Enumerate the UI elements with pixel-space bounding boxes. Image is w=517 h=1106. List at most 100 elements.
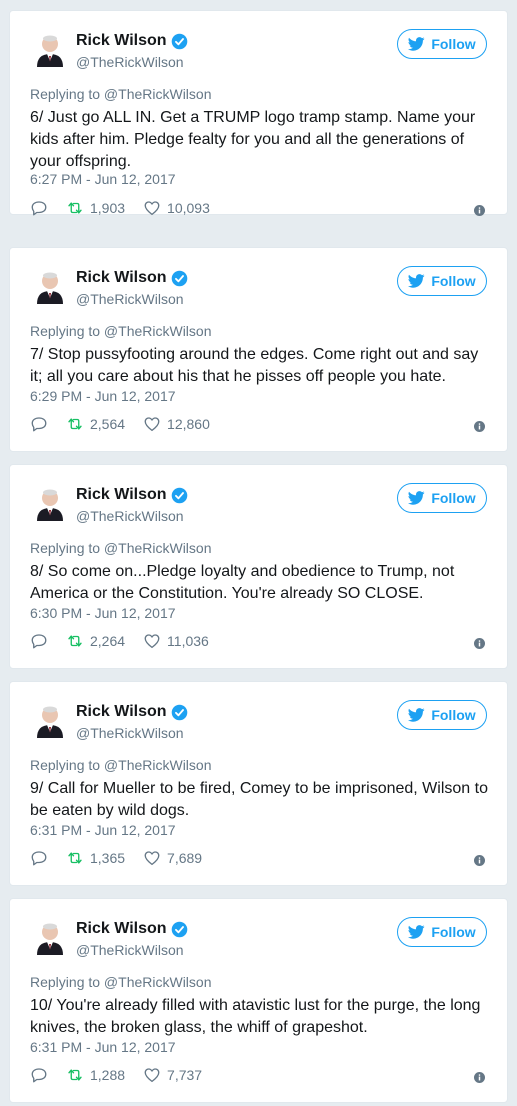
user-name-text[interactable]: Rick Wilson bbox=[76, 32, 167, 50]
follow-label: Follow bbox=[431, 36, 476, 52]
tweet-text: 8/ So come on...Pledge loyalty and obedi… bbox=[30, 563, 455, 602]
reply-icon bbox=[31, 1068, 47, 1083]
verified-badge-icon bbox=[171, 487, 187, 503]
twitter-bird-icon bbox=[408, 37, 425, 51]
tweet-card[interactable]: Rick Wilson @TheRickWilson Follow Replyi… bbox=[9, 10, 508, 217]
tweet-text: 7/ Stop pussyfooting around the edges. C… bbox=[30, 346, 479, 385]
retweet-icon bbox=[68, 635, 82, 647]
tweet-text: 6/ Just go ALL IN. Get a TRUMP logo tram… bbox=[30, 109, 476, 170]
follow-label: Follow bbox=[431, 924, 476, 940]
tweet-timestamp[interactable]: 6:30 PM - Jun 12, 2017 bbox=[30, 605, 176, 621]
retweet-icon bbox=[68, 1069, 82, 1081]
retweet-button[interactable]: 1,288 bbox=[66, 1066, 125, 1084]
twitter-bird-icon bbox=[408, 274, 425, 288]
like-button[interactable]: 11,036 bbox=[143, 632, 209, 650]
retweet-count: 2,564 bbox=[90, 416, 126, 432]
retweet-icon bbox=[68, 418, 82, 430]
follow-label: Follow bbox=[431, 707, 476, 723]
replying-to: Replying to @TheRickWilson bbox=[30, 974, 212, 990]
follow-button[interactable]: Follow bbox=[397, 700, 487, 730]
twitter-bird-icon bbox=[408, 925, 425, 939]
reply-button[interactable] bbox=[30, 1066, 48, 1084]
info-icon[interactable] bbox=[474, 205, 485, 216]
user-name-text[interactable]: Rick Wilson bbox=[76, 703, 167, 721]
twitter-bird-icon bbox=[408, 491, 425, 505]
like-icon bbox=[144, 851, 160, 866]
user-name[interactable]: Rick Wilson bbox=[76, 920, 188, 938]
user-handle[interactable]: @TheRickWilson bbox=[76, 291, 184, 307]
follow-label: Follow bbox=[431, 273, 476, 289]
tweet-timestamp[interactable]: 6:29 PM - Jun 12, 2017 bbox=[30, 388, 176, 404]
avatar[interactable] bbox=[32, 268, 68, 304]
like-icon bbox=[144, 634, 160, 649]
reply-button[interactable] bbox=[30, 849, 48, 867]
user-handle[interactable]: @TheRickWilson bbox=[76, 54, 184, 70]
reply-icon bbox=[31, 417, 47, 432]
tweet-text: 9/ Call for Mueller to be fired, Comey t… bbox=[30, 780, 488, 819]
avatar[interactable] bbox=[32, 702, 68, 738]
user-name[interactable]: Rick Wilson bbox=[76, 32, 188, 50]
tweet-card[interactable]: Rick Wilson @TheRickWilson Follow Replyi… bbox=[9, 464, 508, 669]
user-handle[interactable]: @TheRickWilson bbox=[76, 508, 184, 524]
info-icon[interactable] bbox=[474, 1072, 485, 1083]
follow-label: Follow bbox=[431, 490, 476, 506]
info-icon[interactable] bbox=[474, 421, 485, 432]
tweet-actions: 1,288 7,737 bbox=[30, 1066, 220, 1084]
tweet-actions: 1,365 7,689 bbox=[30, 849, 220, 867]
reply-button[interactable] bbox=[30, 632, 48, 650]
tweet-timestamp[interactable]: 6:27 PM - Jun 12, 2017 bbox=[30, 171, 176, 187]
user-name-text[interactable]: Rick Wilson bbox=[76, 920, 167, 938]
tweet-timestamp[interactable]: 6:31 PM - Jun 12, 2017 bbox=[30, 822, 176, 838]
tweet-card[interactable]: Rick Wilson @TheRickWilson Follow Replyi… bbox=[9, 898, 508, 1103]
reply-icon bbox=[31, 201, 47, 216]
reply-icon bbox=[31, 634, 47, 649]
retweet-count: 2,264 bbox=[90, 633, 126, 649]
tweet-feed: Rick Wilson @TheRickWilson Follow Replyi… bbox=[0, 0, 517, 1106]
user-handle[interactable]: @TheRickWilson bbox=[76, 942, 184, 958]
reply-button[interactable] bbox=[30, 415, 48, 433]
avatar[interactable] bbox=[32, 485, 68, 521]
verified-badge-icon bbox=[171, 270, 187, 286]
like-count: 11,036 bbox=[167, 633, 209, 649]
info-icon[interactable] bbox=[474, 855, 485, 866]
reply-button[interactable] bbox=[30, 199, 48, 217]
retweet-button[interactable]: 2,564 bbox=[66, 415, 125, 433]
avatar[interactable] bbox=[32, 31, 68, 67]
like-button[interactable]: 7,737 bbox=[143, 1066, 202, 1084]
like-button[interactable]: 12,860 bbox=[143, 415, 210, 433]
user-name[interactable]: Rick Wilson bbox=[76, 703, 188, 721]
avatar[interactable] bbox=[32, 919, 68, 955]
user-name[interactable]: Rick Wilson bbox=[76, 486, 188, 504]
user-name[interactable]: Rick Wilson bbox=[76, 269, 188, 287]
like-button[interactable]: 10,093 bbox=[143, 199, 210, 217]
tweet-actions: 2,264 11,036 bbox=[30, 632, 227, 650]
user-handle[interactable]: @TheRickWilson bbox=[76, 725, 184, 741]
user-name-text[interactable]: Rick Wilson bbox=[76, 269, 167, 287]
tweet-timestamp[interactable]: 6:31 PM - Jun 12, 2017 bbox=[30, 1039, 176, 1055]
retweet-button[interactable]: 1,365 bbox=[66, 849, 125, 867]
tweet-actions: 2,564 12,860 bbox=[30, 415, 228, 433]
like-icon bbox=[144, 1068, 160, 1083]
verified-badge-icon bbox=[171, 921, 187, 937]
replying-to: Replying to @TheRickWilson bbox=[30, 323, 212, 339]
verified-badge-icon bbox=[171, 704, 187, 720]
retweet-count: 1,288 bbox=[90, 1067, 126, 1083]
tweet-card[interactable]: Rick Wilson @TheRickWilson Follow Replyi… bbox=[9, 247, 508, 452]
retweet-icon bbox=[68, 202, 82, 214]
follow-button[interactable]: Follow bbox=[397, 917, 487, 947]
twitter-bird-icon bbox=[408, 708, 425, 722]
follow-button[interactable]: Follow bbox=[397, 483, 487, 513]
retweet-button[interactable]: 2,264 bbox=[66, 632, 125, 650]
like-count: 7,689 bbox=[167, 850, 203, 866]
follow-button[interactable]: Follow bbox=[397, 266, 487, 296]
like-button[interactable]: 7,689 bbox=[143, 849, 202, 867]
info-icon[interactable] bbox=[474, 638, 485, 649]
user-name-text[interactable]: Rick Wilson bbox=[76, 486, 167, 504]
retweet-count: 1,903 bbox=[90, 200, 126, 216]
follow-button[interactable]: Follow bbox=[397, 29, 487, 59]
replying-to: Replying to @TheRickWilson bbox=[30, 86, 212, 102]
tweet-text: 10/ You're already filled with atavistic… bbox=[30, 997, 481, 1036]
replying-to: Replying to @TheRickWilson bbox=[30, 540, 212, 556]
retweet-button[interactable]: 1,903 bbox=[66, 199, 125, 217]
tweet-card[interactable]: Rick Wilson @TheRickWilson Follow Replyi… bbox=[9, 681, 508, 886]
